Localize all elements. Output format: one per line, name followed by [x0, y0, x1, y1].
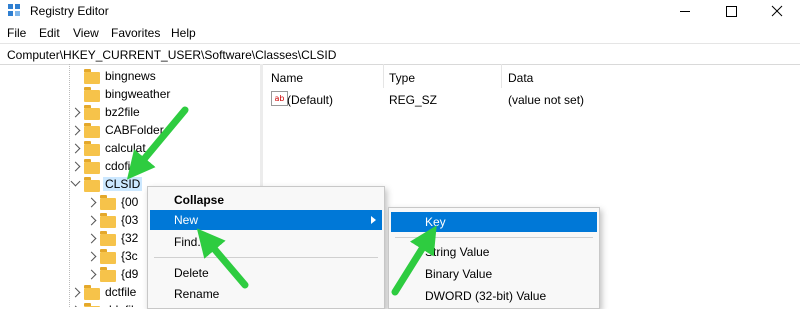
tree-item-bingweather[interactable]: bingweather: [76, 86, 256, 104]
menu-item-label: Delete: [174, 266, 209, 280]
folder-icon: [100, 195, 116, 210]
tree-item-label: {03: [121, 213, 139, 227]
address-bar[interactable]: Computer\HKEY_CURRENT_USER\Software\Clas…: [0, 43, 800, 65]
menu-help[interactable]: Help: [171, 26, 196, 40]
menu-file[interactable]: File: [7, 26, 26, 40]
chevron-right-icon[interactable]: [70, 143, 81, 154]
chevron-right-icon[interactable]: [70, 287, 81, 298]
tree-item-label: {00: [121, 195, 139, 209]
window-title: Registry Editor: [30, 4, 109, 18]
tree-item-label: {32: [121, 231, 139, 245]
column-header-name[interactable]: Name: [271, 71, 303, 85]
column-divider[interactable]: [383, 64, 384, 88]
chevron-right-icon[interactable]: [70, 125, 81, 136]
table-row[interactable]: ab (Default) REG_SZ (value not set): [263, 90, 800, 110]
chevron-right-icon[interactable]: [70, 107, 81, 118]
tree-item-label: {d9: [121, 267, 139, 281]
chevron-right-icon[interactable]: [86, 233, 97, 244]
new-submenu: Key String Value Binary Value DWORD (32-…: [388, 207, 600, 309]
menu-item-label: DWORD (32-bit) Value: [425, 289, 547, 303]
chevron-right-icon[interactable]: [86, 269, 97, 280]
tree-item-label: calculat: [105, 141, 146, 155]
folder-icon: [84, 285, 100, 300]
menu-item-new[interactable]: New: [150, 210, 382, 230]
tree-item-bingnews[interactable]: bingnews: [76, 68, 256, 86]
folder-icon: [100, 267, 116, 282]
chevron-right-icon[interactable]: [86, 251, 97, 262]
tree-item-label: bingweather: [105, 87, 171, 101]
folder-icon: [84, 87, 100, 102]
tree-item-label: bingnews: [105, 69, 156, 83]
close-icon: [771, 5, 783, 17]
menu-item-label: New: [174, 213, 199, 227]
tree-item-label: cdofi: [105, 159, 131, 173]
submenu-item-string-value[interactable]: String Value: [391, 242, 597, 262]
tree-item-label: ddpfil: [105, 303, 134, 307]
value-type: REG_SZ: [389, 93, 438, 107]
tree-item-label: {3c: [121, 249, 138, 263]
column-header-data[interactable]: Data: [508, 71, 533, 85]
chevron-right-icon[interactable]: [70, 161, 81, 172]
submenu-arrow-icon: [371, 216, 376, 224]
tree-guide-line: [69, 64, 70, 307]
menu-item-delete[interactable]: Delete: [150, 263, 382, 283]
menu-item-collapse[interactable]: Collapse: [150, 190, 382, 210]
folder-icon: [100, 213, 116, 228]
menu-item-label: Rename: [174, 287, 220, 301]
column-divider[interactable]: [501, 64, 502, 88]
list-header: Name Type Data: [263, 64, 800, 88]
tree-item-cabfolder[interactable]: CABFolder: [70, 122, 256, 140]
menu-item-label: Binary Value: [425, 267, 493, 281]
folder-icon: [84, 123, 100, 138]
chevron-down-icon[interactable]: [70, 176, 81, 187]
title-bar: Registry Editor: [0, 0, 800, 22]
tree-item-label: bz2file: [105, 105, 140, 119]
submenu-item-dword-value[interactable]: DWORD (32-bit) Value: [391, 286, 597, 306]
folder-icon: [100, 249, 116, 264]
menu-separator: [154, 257, 378, 258]
folder-icon: [84, 141, 100, 156]
menu-item-label: Find...: [174, 235, 208, 249]
string-value-icon: ab: [271, 91, 288, 106]
tree-item-label: CLSID: [103, 177, 143, 191]
menu-bar: File Edit View Favorites Help: [0, 22, 800, 42]
submenu-item-key[interactable]: Key: [391, 212, 597, 232]
registry-icon: [8, 4, 20, 16]
menu-item-find[interactable]: Find...: [150, 232, 382, 252]
minimize-button[interactable]: [662, 0, 708, 22]
folder-icon: [84, 105, 100, 120]
maximize-button[interactable]: [708, 0, 754, 22]
column-header-type[interactable]: Type: [389, 71, 415, 85]
folder-icon: [84, 177, 100, 192]
tree-item-label: dctfile: [105, 285, 137, 299]
folder-icon: [84, 159, 100, 174]
tree-item-bz2file[interactable]: bz2file: [70, 104, 256, 122]
address-path: Computer\HKEY_CURRENT_USER\Software\Clas…: [7, 48, 337, 62]
menu-item-label: Collapse: [174, 193, 225, 207]
chevron-right-icon[interactable]: [86, 215, 97, 226]
tree-item-cdofi[interactable]: cdofi: [70, 158, 256, 176]
chevron-right-icon[interactable]: [86, 197, 97, 208]
menu-view[interactable]: View: [73, 26, 99, 40]
menu-edit[interactable]: Edit: [39, 26, 60, 40]
folder-icon: [100, 231, 116, 246]
menu-item-rename[interactable]: Rename: [150, 284, 382, 304]
menu-separator: [395, 237, 593, 238]
menu-item-label: String Value: [425, 245, 490, 259]
menu-favorites[interactable]: Favorites: [111, 26, 160, 40]
folder-icon: [84, 69, 100, 84]
submenu-item-binary-value[interactable]: Binary Value: [391, 264, 597, 284]
value-data: (value not set): [508, 93, 585, 107]
tree-item-label: CABFolder: [105, 123, 164, 137]
context-menu: Collapse New Find... Delete Rename: [147, 186, 385, 309]
tree-item-calculat[interactable]: calculat: [70, 140, 256, 158]
close-button[interactable]: [754, 0, 800, 22]
menu-item-label: Key: [425, 215, 446, 229]
value-name: (Default): [287, 93, 334, 107]
